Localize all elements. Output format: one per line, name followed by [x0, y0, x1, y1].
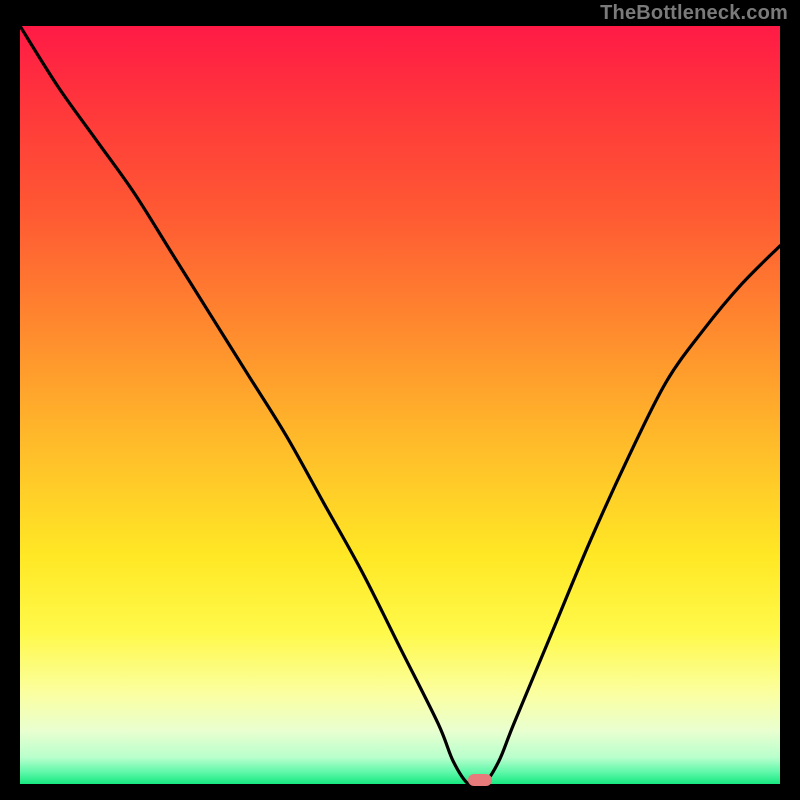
minimum-marker — [468, 774, 492, 786]
plot-area — [20, 26, 780, 784]
watermark-text: TheBottleneck.com — [600, 2, 788, 25]
chart-frame: TheBottleneck.com — [0, 0, 800, 800]
background-gradient — [20, 26, 780, 784]
